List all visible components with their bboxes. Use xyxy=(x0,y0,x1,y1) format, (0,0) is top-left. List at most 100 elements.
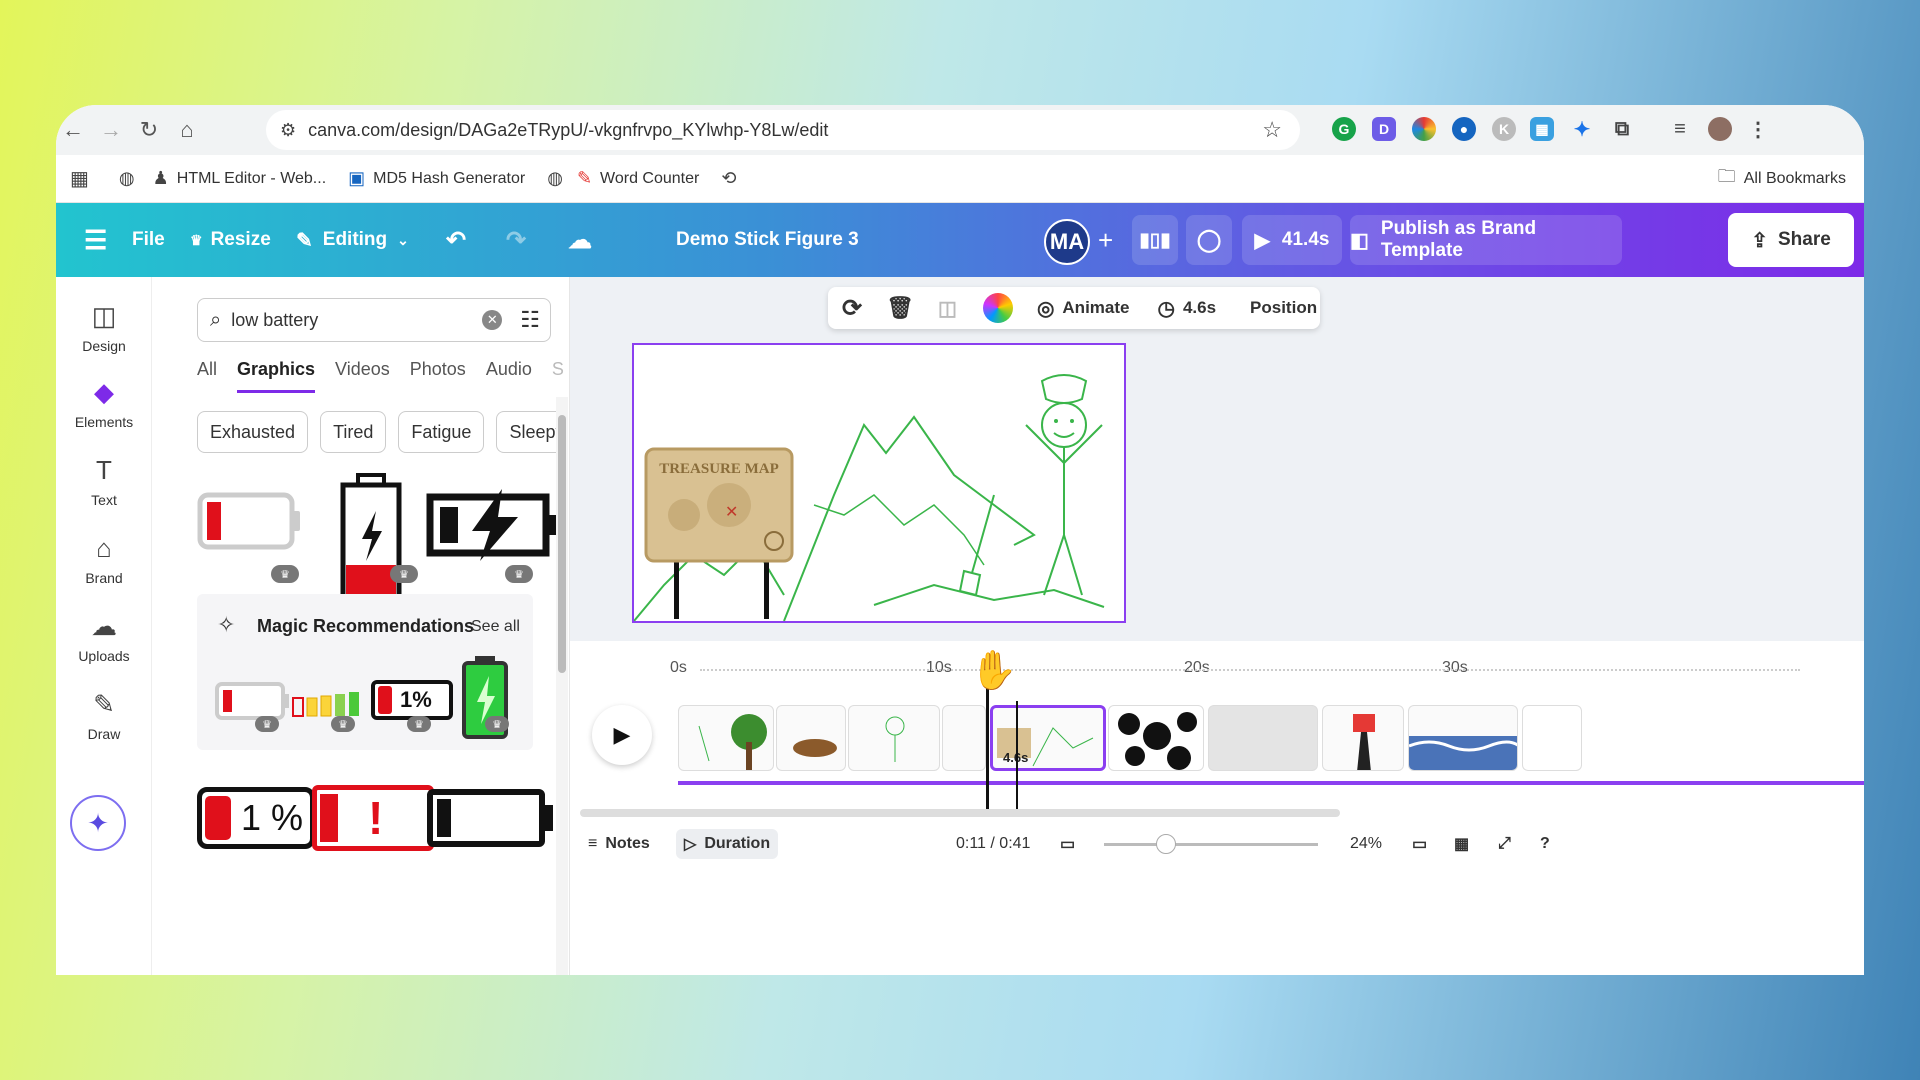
undo-icon[interactable]: ↶ xyxy=(446,203,466,277)
battery-empty-graphic[interactable] xyxy=(427,789,545,847)
chip-exhausted[interactable]: Exhausted xyxy=(197,411,309,453)
bookmark-html-editor[interactable]: ♟ HTML Editor - Web... xyxy=(153,168,327,189)
back-icon[interactable]: ← xyxy=(56,113,90,147)
user-avatar[interactable]: MA xyxy=(1044,219,1090,265)
tab-graphics[interactable]: Graphics xyxy=(237,359,316,393)
play-duration-button[interactable]: ▶ 41.4s xyxy=(1242,215,1342,265)
timeline-clip-selected[interactable]: 4.6s xyxy=(990,705,1106,771)
magic-sparkle-icon[interactable]: ✦ xyxy=(70,795,126,851)
low-battery-graphic-3[interactable] xyxy=(426,487,560,563)
rail-design[interactable]: ◫ Design xyxy=(56,301,152,354)
panel-scrollbar-thumb[interactable] xyxy=(558,415,566,673)
recommended-battery-levels[interactable] xyxy=(291,684,365,724)
timeline-play-icon[interactable]: ▶ xyxy=(592,705,652,765)
recommended-battery-1[interactable] xyxy=(215,680,295,724)
extensions-icon[interactable]: ⧉ xyxy=(1610,117,1634,141)
pages-view-icon[interactable]: ▭ xyxy=(1412,829,1427,859)
editing-mode-dropdown[interactable]: ✎ Editing ⌄ xyxy=(296,203,409,277)
d-extension-icon[interactable]: D xyxy=(1372,117,1396,141)
panel-scrollbar-track[interactable] xyxy=(556,397,568,975)
notes-button[interactable]: ≡ Notes xyxy=(588,829,650,859)
timeline-clip-6[interactable] xyxy=(1108,705,1204,771)
timeline-clip-8[interactable] xyxy=(1322,705,1404,771)
puzzle-extension-icon[interactable]: ✦ xyxy=(1570,117,1594,141)
bookmark-md5[interactable]: ▣ MD5 Hash Generator xyxy=(348,168,525,189)
help-icon[interactable]: ? xyxy=(1540,829,1550,859)
animate-button[interactable]: ◎ Animate xyxy=(1037,296,1130,321)
all-bookmarks[interactable]: 🗀 All Bookmarks xyxy=(1718,164,1846,194)
tab-photos[interactable]: Photos xyxy=(410,359,466,393)
bookmark-star-icon[interactable]: ☆ xyxy=(1262,117,1282,143)
search-input[interactable]: ⌕ low battery ✕ ☷ xyxy=(197,298,551,342)
search-extension-icon[interactable]: ● xyxy=(1452,117,1476,141)
redo-icon[interactable]: ↷ xyxy=(506,203,526,277)
comment-icon[interactable]: ◯ xyxy=(1186,215,1232,265)
apps-grid-icon[interactable]: ▦ xyxy=(70,166,89,191)
position-button[interactable]: Position xyxy=(1250,298,1317,318)
tab-audio[interactable]: Audio xyxy=(486,359,532,393)
replace-icon[interactable]: ⟳ xyxy=(842,294,862,323)
rail-uploads[interactable]: ☁ Uploads xyxy=(56,611,152,664)
bookmark-word-counter[interactable]: ✎ Word Counter xyxy=(577,168,699,189)
k-extension-icon[interactable]: K xyxy=(1492,117,1516,141)
history-icon[interactable]: ⟲ xyxy=(721,168,736,189)
tab-more[interactable]: S xyxy=(552,359,564,393)
rail-draw[interactable]: ✎ Draw xyxy=(56,689,152,742)
forward-icon[interactable]: → xyxy=(94,113,128,147)
address-bar[interactable]: ⚙ canva.com/design/DAGa2eTRypU/-vkgnfrvp… xyxy=(266,110,1300,150)
chip-tired[interactable]: Tired xyxy=(320,411,387,453)
design-page[interactable]: ✕ TREASURE MAP xyxy=(632,343,1126,623)
timeline-clip-10[interactable] xyxy=(1522,705,1582,771)
recommended-battery-percent[interactable]: 1% xyxy=(371,680,453,720)
cloud-saved-icon[interactable]: ☁ xyxy=(568,203,592,277)
timeline-clip-7[interactable] xyxy=(1208,705,1318,771)
resize-button[interactable]: ♛ Resize xyxy=(190,203,271,277)
timeline-clip-3[interactable] xyxy=(848,705,940,771)
timeline-scrollbar[interactable] xyxy=(580,809,1340,817)
site-settings-icon[interactable]: ⚙ xyxy=(280,120,296,141)
rail-text[interactable]: T Text xyxy=(56,455,152,508)
battery-alert-graphic[interactable]: ! xyxy=(312,785,434,851)
see-all-link[interactable]: See all xyxy=(471,618,520,636)
zoom-slider[interactable] xyxy=(1104,829,1318,859)
rail-brand[interactable]: ⌂ Brand xyxy=(56,533,152,586)
tab-all[interactable]: All xyxy=(197,359,217,393)
flip-icon[interactable]: ◫ xyxy=(938,296,957,321)
map-extension-icon[interactable]: ▦ xyxy=(1530,117,1554,141)
color-wheel-icon[interactable] xyxy=(982,293,1013,323)
media-icon[interactable]: ≡ xyxy=(1668,117,1692,141)
filter-sliders-icon[interactable]: ☷ xyxy=(520,307,540,333)
low-battery-graphic-1[interactable] xyxy=(197,487,307,557)
chip-fatigue[interactable]: Fatigue xyxy=(398,411,485,453)
duration-toggle-button[interactable]: ▷ Duration xyxy=(676,829,779,859)
share-button[interactable]: ⇪ Share xyxy=(1728,213,1854,267)
low-battery-graphic-2[interactable] xyxy=(340,473,404,603)
clear-search-icon[interactable]: ✕ xyxy=(482,310,503,330)
grammarly-extension-icon[interactable]: G xyxy=(1332,117,1356,141)
fit-screen-icon[interactable]: ▭ xyxy=(1060,829,1075,859)
timeline-clip-1[interactable] xyxy=(678,705,774,771)
battery-1-percent-graphic[interactable]: 1 % xyxy=(197,787,315,849)
tab-videos[interactable]: Videos xyxy=(335,359,390,393)
timeline-clip-9[interactable] xyxy=(1408,705,1518,771)
file-menu[interactable]: File xyxy=(132,203,165,277)
reload-icon[interactable]: ↻ xyxy=(132,113,166,147)
globe-icon[interactable]: ◍ xyxy=(119,168,135,189)
main-menu-icon[interactable]: ☰ xyxy=(84,203,107,277)
zoom-percent[interactable]: 24% xyxy=(1350,829,1382,859)
trash-icon[interactable]: 🗑 xyxy=(886,295,914,321)
add-collaborator-icon[interactable]: + xyxy=(1098,203,1113,277)
timeline-clip-2[interactable] xyxy=(776,705,846,771)
publish-brand-template-button[interactable]: ◧ Publish as Brand Template xyxy=(1350,215,1622,265)
color-extension-icon[interactable] xyxy=(1412,117,1436,141)
zoom-slider-thumb[interactable] xyxy=(1156,834,1176,854)
audio-track-bar[interactable] xyxy=(678,781,1864,785)
design-title[interactable]: Demo Stick Figure 3 xyxy=(676,203,859,277)
home-icon[interactable]: ⌂ xyxy=(170,113,204,147)
profile-avatar[interactable] xyxy=(1708,117,1732,141)
grid-view-icon[interactable]: ▦ xyxy=(1454,829,1469,859)
insights-icon[interactable]: ▮▯▮ xyxy=(1132,215,1178,265)
fullscreen-icon[interactable]: ⤢ xyxy=(1498,829,1511,859)
duration-button[interactable]: ◷ 4.6s xyxy=(1157,296,1216,321)
rail-elements[interactable]: ◆ Elements xyxy=(56,377,152,430)
